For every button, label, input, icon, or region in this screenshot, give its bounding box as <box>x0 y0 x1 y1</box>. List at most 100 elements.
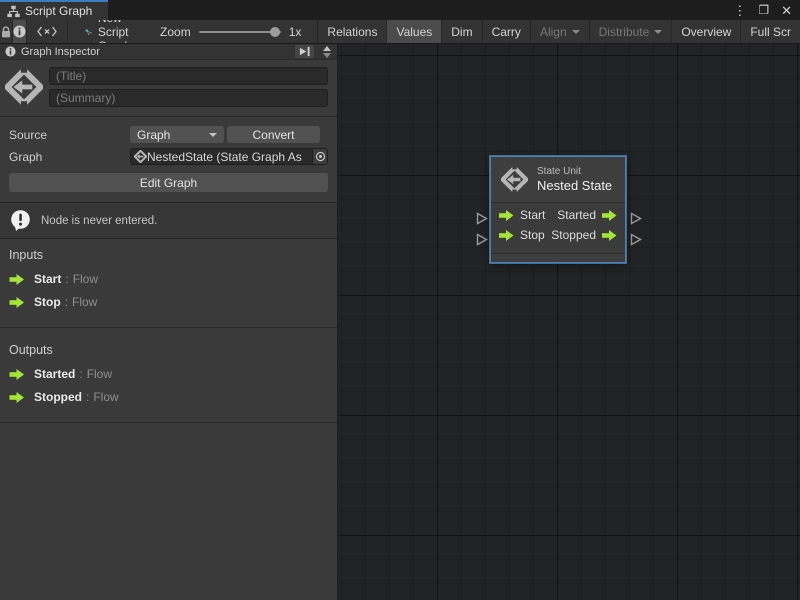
output-port-started[interactable]: Started <box>557 208 617 222</box>
node-kind: State Unit <box>537 166 612 177</box>
graph-object-value: NestedState (State Graph As <box>147 150 312 164</box>
inspector-title: Graph Inspector <box>21 46 290 58</box>
identity-fields <box>49 67 328 107</box>
graph-summary-input[interactable] <box>49 89 328 107</box>
graph-object-field[interactable]: NestedState (State Graph As <box>130 148 328 165</box>
overview-button[interactable]: Overview <box>672 20 741 43</box>
tab-bar: Script Graph ⋮ ❐ ✕ <box>0 0 800 20</box>
fullscreen-button[interactable]: Full Scr <box>741 20 800 43</box>
graph-asset-icon <box>85 25 92 39</box>
state-unit-node[interactable]: State Unit Nested State Start Started <box>490 156 626 263</box>
relations-label: Relations <box>327 25 377 39</box>
input-port-start[interactable]: Start <box>499 208 545 222</box>
zoom-label: Zoom <box>160 25 191 39</box>
edit-graph-button[interactable]: Edit Graph <box>9 173 328 192</box>
graph-field-label: Graph <box>9 150 130 164</box>
inspector-toggle-button[interactable] <box>13 20 27 43</box>
tab-script-graph[interactable]: Script Graph <box>0 0 108 20</box>
graph-toolbar: New Script Graph Zoom 1x Relations Value… <box>0 20 800 44</box>
chevron-up-icon <box>323 46 331 51</box>
transition-port-icon[interactable] <box>476 233 488 246</box>
output-port-stopped[interactable]: Stopped <box>551 228 617 242</box>
transition-port-icon[interactable] <box>630 233 642 246</box>
graph-inspector-panel: Graph Inspector .notch{fill:#3a3a3a} <box>0 44 338 600</box>
node-body: Start Started Stop Stopped <box>491 203 625 253</box>
warning-banner: Node is never entered. <box>0 202 337 239</box>
flow-arrow-icon <box>602 210 617 221</box>
new-script-graph-button[interactable]: New Script Graph <box>75 20 150 43</box>
graph-title-input[interactable] <box>49 67 328 85</box>
zoom-slider-handle[interactable] <box>270 27 280 37</box>
window-menu-icon[interactable]: ⋮ <box>733 4 746 17</box>
overview-label: Overview <box>681 25 731 39</box>
port-name: Started <box>34 367 75 381</box>
port-name: Stop <box>34 295 61 309</box>
dock-panel-button[interactable] <box>295 45 314 58</box>
chevron-down-icon <box>654 30 662 34</box>
values-toggle[interactable]: Values <box>387 20 442 43</box>
source-row: Source Graph Convert <box>0 117 337 144</box>
node-port-row: Start Started <box>491 205 625 225</box>
port-separator: : <box>65 295 68 309</box>
align-label: Align <box>540 25 567 39</box>
state-unit-icon <box>501 166 528 193</box>
state-graph-asset-icon <box>134 150 147 163</box>
code-preview-button[interactable] <box>27 20 68 43</box>
transition-port-icon[interactable] <box>630 212 642 225</box>
port-row-start: Start : Flow <box>9 272 328 286</box>
relations-toggle[interactable]: Relations <box>317 20 387 43</box>
outputs-section: Outputs Started : Flow Stopped : Flow <box>0 328 337 422</box>
convert-button[interactable]: Convert <box>227 126 320 143</box>
node-header[interactable]: State Unit Nested State <box>491 157 625 203</box>
carry-toggle[interactable]: Carry <box>483 20 531 43</box>
flow-arrow-icon <box>499 230 514 241</box>
close-icon[interactable]: ✕ <box>781 4 792 17</box>
maximize-icon[interactable]: ❐ <box>758 4 769 16</box>
port-label: Stop <box>520 228 545 242</box>
state-graph-icon: .notch{fill:#3a3a3a} <box>5 68 43 106</box>
new-script-graph-label: New Script Graph <box>98 20 140 44</box>
inputs-title: Inputs <box>9 248 328 262</box>
port-label: Stopped <box>551 228 596 242</box>
graph-row: Graph NestedState (State Graph As <box>0 144 337 166</box>
chevron-down-icon <box>572 30 580 34</box>
info-icon <box>5 46 16 57</box>
port-separator: : <box>86 390 89 404</box>
port-name: Start <box>34 272 61 286</box>
lock-button[interactable] <box>0 20 13 43</box>
flow-arrow-icon <box>499 210 514 221</box>
flow-arrow-icon <box>9 274 25 285</box>
fullscreen-label: Full Scr <box>750 25 791 39</box>
port-row-started: Started : Flow <box>9 367 328 381</box>
outputs-title: Outputs <box>9 343 328 357</box>
flow-arrow-icon <box>9 297 25 308</box>
dim-toggle[interactable]: Dim <box>442 20 482 43</box>
port-type: Flow <box>93 390 118 404</box>
port-name: Stopped <box>34 390 82 404</box>
source-dropdown[interactable]: Graph <box>130 126 224 143</box>
port-row-stopped: Stopped : Flow <box>9 390 328 404</box>
node-port-row: Stop Stopped <box>491 225 625 245</box>
flow-arrow-icon <box>602 230 617 241</box>
port-separator: : <box>65 272 68 286</box>
zoom-slider[interactable] <box>199 31 281 33</box>
input-port-stop[interactable]: Stop <box>499 228 545 242</box>
divider <box>0 422 337 423</box>
graph-canvas[interactable]: State Unit Nested State Start Started <box>338 44 800 600</box>
distribute-menu-button[interactable]: Distribute <box>590 20 673 43</box>
object-picker-button[interactable] <box>312 149 327 164</box>
transition-port-icon[interactable] <box>476 212 488 225</box>
panel-scroll-spinner[interactable] <box>319 46 335 58</box>
inputs-section: Inputs Start : Flow Stop : Flow <box>0 239 337 327</box>
object-picker-icon <box>315 151 326 162</box>
dock-right-icon <box>298 46 311 57</box>
port-type: Flow <box>72 295 97 309</box>
align-menu-button[interactable]: Align <box>531 20 590 43</box>
info-icon <box>13 25 26 38</box>
script-graph-window: Script Graph ⋮ ❐ ✕ <box>0 0 800 600</box>
zoom-value: 1x <box>289 25 302 39</box>
source-label: Source <box>9 128 130 142</box>
warning-text: Node is never entered. <box>41 215 157 227</box>
edit-graph-label: Edit Graph <box>140 176 197 190</box>
script-graph-icon <box>7 5 20 18</box>
